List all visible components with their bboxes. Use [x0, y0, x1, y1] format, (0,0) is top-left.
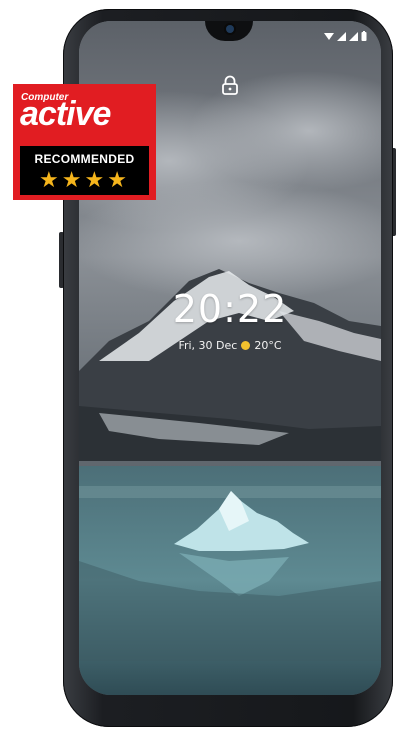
date-text: Fri, 30 Dec	[178, 339, 238, 352]
badge-brand-large: active	[20, 95, 111, 133]
sun-icon	[241, 341, 251, 350]
award-badge: Computer active RECOMMENDED ★★★★	[13, 84, 156, 200]
signal-icon	[349, 32, 358, 41]
star-rating: ★★★★	[39, 167, 130, 192]
signal-icon	[337, 32, 346, 41]
temperature-text: 20°C	[254, 339, 282, 352]
date-weather-line: Fri, 30 Dec 20°C	[79, 339, 381, 352]
lock-icon[interactable]	[221, 75, 239, 95]
front-camera	[226, 25, 234, 33]
lock-clock: 20:22	[172, 287, 288, 331]
badge-recommended-panel: RECOMMENDED ★★★★	[20, 146, 149, 195]
badge-recommended-label: RECOMMENDED	[34, 152, 135, 166]
battery-icon	[361, 31, 367, 41]
wifi-icon	[324, 33, 334, 40]
status-bar	[324, 31, 367, 41]
